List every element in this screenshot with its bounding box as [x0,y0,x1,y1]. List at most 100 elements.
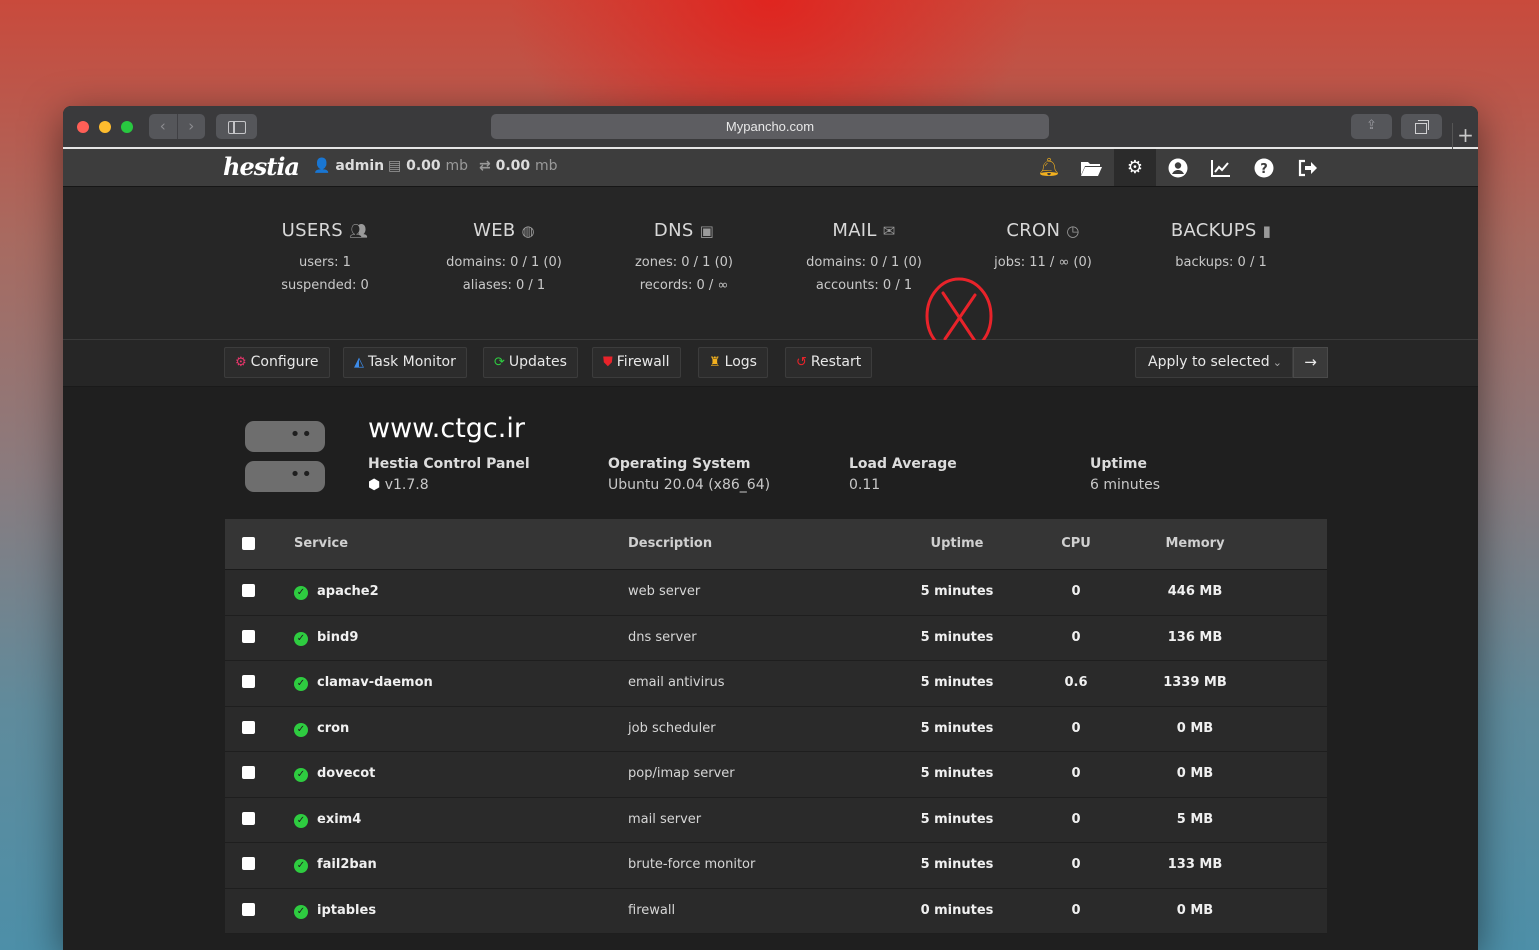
apply-to-selected-select[interactable]: Apply to selected ⌄ [1135,347,1293,378]
service-memory: 5 MB [1176,811,1214,827]
apply-go-button[interactable]: → [1293,347,1328,378]
table-row[interactable]: ✓ cron job scheduler 5 minutes 0 0 MB [225,706,1327,752]
folder-icon[interactable] [1078,156,1104,180]
header-description[interactable]: Description [628,536,712,551]
row-checkbox[interactable] [242,857,255,870]
updates-button[interactable]: ⟳ Updates [483,347,578,378]
header-uptime[interactable]: Uptime [907,536,1007,551]
service-uptime: 0 minutes [920,902,994,918]
table-row[interactable]: ✓ clamav-daemon email antivirus 5 minutes 0.… [225,661,1327,707]
arrow-right-icon: → [1304,353,1317,371]
row-checkbox[interactable] [242,584,255,597]
service-description: email antivirus [628,675,725,690]
shield-icon: ⛊ [603,355,613,370]
configure-button[interactable]: ⚙ Configure [224,347,330,378]
stat-title: USERS [281,220,344,241]
row-checkbox[interactable] [242,675,255,688]
minimize-window-button[interactable] [99,121,111,133]
service-name[interactable]: cron [317,721,349,736]
binoculars-icon: ♜ [709,355,721,370]
back-icon[interactable]: ‹ [149,114,178,139]
service-name[interactable]: bind9 [317,630,358,645]
main-content: www.ctgc.ir Hestia Control Panel ⬢ v1.7.… [63,387,1478,949]
service-description: web server [628,584,701,599]
bell-icon[interactable]: 🔔︎ [1036,156,1062,180]
stat-dns[interactable]: DNS ▣ zones: 0 / 1 (0) records: 0 / ∞ [594,220,774,293]
service-cpu: 0 [1071,811,1081,827]
restart-button[interactable]: ↺ Restart [785,347,873,378]
table-row[interactable]: ✓ iptables firewall 0 minutes 0 0 MB [225,888,1327,934]
table-row[interactable]: ✓ apache2 web server 5 minutes 0 446 MB [225,570,1327,616]
service-name[interactable]: iptables [317,903,376,918]
stat-title: MAIL [832,220,877,241]
stat-line: suspended: 0 [281,278,369,293]
close-window-button[interactable] [77,121,89,133]
row-checkbox[interactable] [242,720,255,734]
logs-button[interactable]: ♜ Logs [698,347,768,378]
row-checkbox[interactable] [242,902,255,916]
logout-icon[interactable] [1294,156,1320,180]
load-value: 0.11 [849,477,881,493]
service-name[interactable]: fail2ban [317,857,377,872]
row-checkbox[interactable] [242,629,255,643]
address-bar[interactable]: Mypancho.com [491,114,1049,139]
service-name[interactable]: apache2 [317,584,379,599]
header-service[interactable]: Service [294,536,348,551]
hdd-icon: ▤ [388,158,402,174]
stat-web[interactable]: WEB ◍ domains: 0 / 1 (0) aliases: 0 / 1 [414,220,594,293]
sidebar-toggle-button[interactable] [216,114,257,139]
file-icon: ▮ [1262,222,1272,240]
hestia-logo[interactable]: hestia [223,152,300,181]
restart-label: Restart [810,354,862,370]
new-tab-icon[interactable]: + [1452,123,1478,149]
service-description: job scheduler [628,720,716,736]
service-cpu: 0 [1071,902,1081,918]
stat-cron[interactable]: CRON ◷ jobs: 11 / ∞ (0) [953,220,1133,270]
service-name[interactable]: clamav-daemon [317,675,433,690]
firewall-label: Firewall [616,354,670,370]
service-name[interactable]: exim4 [317,812,361,827]
service-memory: 136 MB [1167,629,1223,645]
globe-icon: ◍ [521,222,535,240]
header-memory[interactable]: Memory [1145,536,1245,551]
server-hostname: www.ctgc.ir [368,413,525,444]
bandwidth-usage: ⇄ 0.00 mb [479,158,558,174]
gear-icon[interactable]: ⚙ [1114,149,1156,186]
table-row[interactable]: ✓ bind9 dns server 5 minutes 0 136 MB [225,615,1327,661]
service-cpu: 0 [1071,857,1081,872]
row-checkbox[interactable] [242,766,255,779]
stat-backups[interactable]: BACKUPS ▮ backups: 0 / 1 [1131,220,1311,270]
table-row[interactable]: ✓ exim4 mail server 5 minutes 0 5 MB [225,797,1327,843]
check-circle-icon: ✓ [294,904,308,919]
maximize-window-button[interactable] [121,121,133,133]
task-monitor-button[interactable]: ◭ Task Monitor [343,347,467,378]
stat-line: users: 1 [299,255,351,270]
firewall-button[interactable]: ⛊ Firewall [592,347,681,378]
help-icon[interactable]: ? [1251,156,1277,180]
table-row[interactable]: ✓ dovecot pop/imap server 5 minutes 0 0 MB [225,752,1327,798]
service-uptime: 5 minutes [920,675,994,690]
header-cpu[interactable]: CPU [1046,536,1106,551]
undo-icon: ↺ [796,355,807,370]
chart-icon[interactable] [1208,156,1234,180]
stat-line: aliases: 0 / 1 [462,278,546,293]
row-checkbox[interactable] [242,811,255,825]
stat-line: records: 0 / ∞ [639,278,729,293]
share-icon[interactable]: ⇪ [1351,114,1392,139]
service-uptime: 5 minutes [920,584,994,599]
service-cpu: 0 [1071,629,1081,645]
task-monitor-label: Task Monitor [368,354,456,370]
service-name[interactable]: dovecot [317,766,375,781]
tabs-overview-icon[interactable] [1401,114,1442,139]
load-info: Load Average 0.11 [849,456,957,493]
service-description: brute-force monitor [628,857,756,872]
user-indicator[interactable]: 👤 admin [313,158,384,174]
user-circle-icon[interactable] [1165,156,1191,180]
select-all-checkbox[interactable] [242,537,255,550]
service-cpu: 0 [1071,584,1081,599]
stat-users[interactable]: USERS 👥︎ users: 1 suspended: 0 [235,220,415,293]
forward-icon[interactable]: › [178,114,206,139]
table-row[interactable]: ✓ fail2ban brute-force monitor 5 minutes 0 13… [225,843,1327,889]
service-memory: 0 MB [1176,720,1214,736]
disk-unit: mb [445,158,469,174]
